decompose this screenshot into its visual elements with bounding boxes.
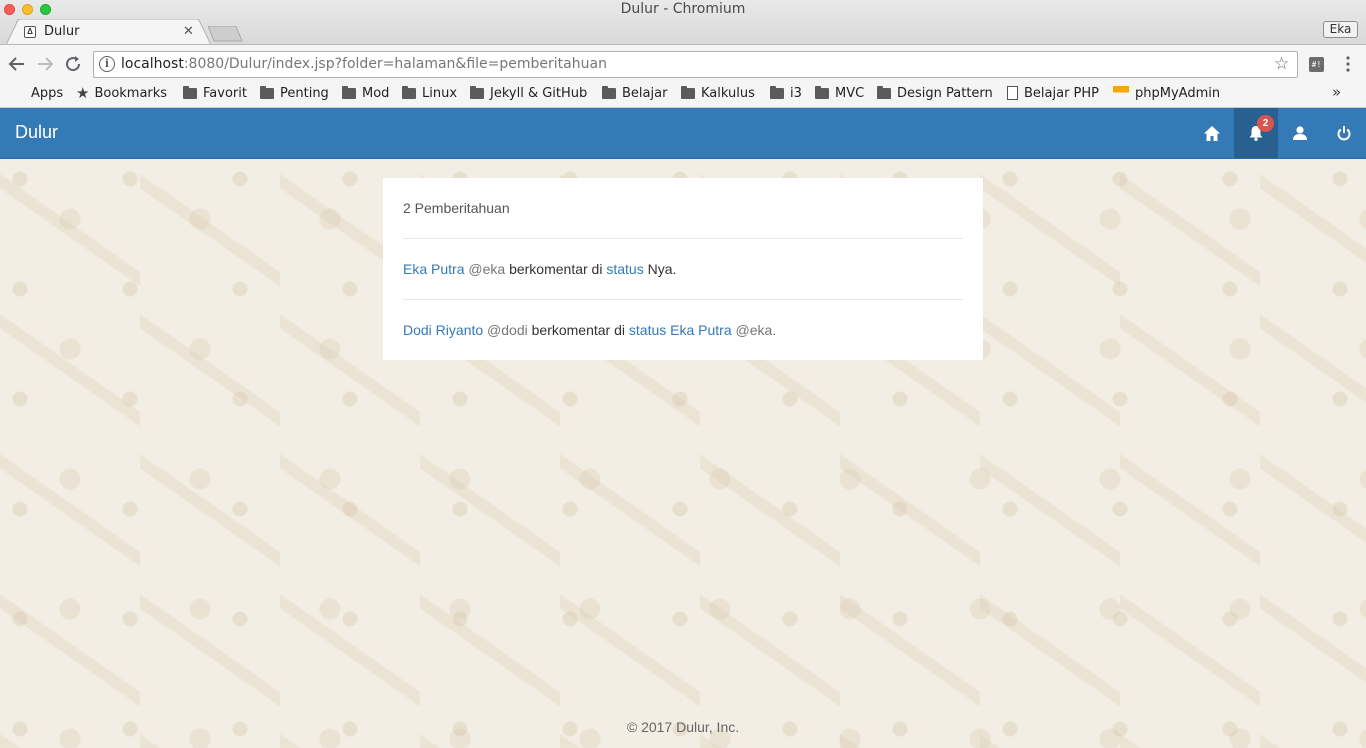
folder-icon — [602, 85, 616, 99]
bookmark-label: Penting — [280, 85, 329, 101]
reload-icon[interactable] — [64, 55, 82, 73]
notification-user-link[interactable]: Dodi Riyanto — [403, 322, 483, 338]
site-info-icon[interactable]: i — [99, 56, 115, 72]
bookmark-label: phpMyAdmin — [1135, 85, 1221, 101]
folder-icon — [260, 85, 274, 99]
bookmark-apps[interactable]: Apps — [11, 84, 63, 102]
bookmark-jekyll-github[interactable]: Jekyll & GitHub — [470, 84, 587, 102]
new-tab-button[interactable] — [208, 26, 244, 42]
bookmark-design-pattern[interactable]: Design Pattern — [877, 84, 993, 102]
bookmark-label: Favorit — [203, 85, 247, 101]
notification-user-handle: @dodi — [487, 322, 528, 338]
nav-logout-button[interactable] — [1322, 108, 1366, 158]
apps-icon — [11, 86, 25, 100]
nav-home-button[interactable] — [1190, 108, 1234, 158]
bookmark-label: Belajar PHP — [1024, 85, 1100, 101]
folder-icon — [681, 85, 695, 99]
phpmyadmin-icon — [1113, 85, 1129, 101]
folder-icon — [470, 85, 484, 99]
bookmark-star-icon[interactable]: ☆ — [1274, 55, 1289, 72]
bookmark-favorit[interactable]: Favorit — [183, 84, 247, 102]
bookmark-label: MVC — [835, 85, 865, 101]
folder-icon — [877, 85, 891, 99]
tab-close-icon[interactable]: ✕ — [183, 24, 194, 39]
power-icon — [1337, 125, 1351, 140]
bookmarks-overflow-icon[interactable]: » — [1332, 83, 1341, 101]
notification-target-handle: @eka. — [735, 322, 777, 338]
folder-icon — [342, 85, 356, 99]
bookmark-label: i3 — [790, 85, 802, 101]
tab-favicon-icon: Δ — [24, 26, 36, 38]
bookmark-phpmyadmin[interactable]: phpMyAdmin — [1113, 84, 1220, 102]
bookmark-label: Linux — [422, 85, 458, 101]
page-icon — [1007, 86, 1018, 100]
browser-tab[interactable] — [6, 19, 211, 45]
notification-status-link[interactable]: status — [606, 261, 643, 277]
divider — [403, 299, 963, 300]
notification-user-link[interactable]: Eka Putra — [403, 261, 464, 277]
notification-suffix: Nya. — [647, 261, 677, 277]
app-navbar — [0, 108, 1366, 159]
bookmark-mvc[interactable]: MVC — [815, 84, 864, 102]
nav-notifications-button[interactable] — [1234, 108, 1278, 158]
page-footer: © 2017 Dulur, Inc. — [626, 719, 740, 735]
profile-button[interactable]: Eka — [1323, 21, 1358, 38]
divider — [403, 238, 963, 239]
notification-count-badge: 2 — [1257, 115, 1274, 132]
folder-icon — [402, 85, 416, 99]
bookmark-linux[interactable]: Linux — [402, 84, 457, 102]
bookmark-label: Kalkulus — [701, 85, 755, 101]
folder-icon — [815, 85, 829, 99]
url-path: :8080/Dulur/index.jsp?folder=halaman&fil… — [183, 56, 607, 72]
notification-item: Eka Putra @eka berkomentar di status Nya… — [403, 261, 676, 277]
extension-icon[interactable]: #! — [1309, 57, 1324, 72]
bookmark-bookmarks[interactable]: ★ Bookmarks — [76, 84, 167, 102]
bookmark-label: Apps — [31, 85, 64, 101]
folder-icon — [183, 85, 197, 99]
address-url[interactable]: localhost:8080/Dulur/index.jsp?folder=ha… — [121, 56, 607, 72]
notifications-panel: 2 Pemberitahuan Eka Putra @eka berkoment… — [383, 178, 983, 360]
notification-status-link[interactable]: status — [629, 322, 666, 338]
folder-icon — [770, 85, 784, 99]
bookmark-belajar[interactable]: Belajar — [602, 84, 667, 102]
notification-item: Dodi Riyanto @dodi berkomentar di status… — [403, 322, 776, 338]
bookmark-label: Design Pattern — [897, 85, 993, 101]
bookmark-i3[interactable]: i3 — [770, 84, 802, 102]
notification-verb: berkomentar di — [531, 322, 626, 338]
bookmark-penting[interactable]: Penting — [260, 84, 329, 102]
forward-arrow-icon[interactable] — [36, 55, 54, 73]
url-host: localhost — [121, 56, 184, 72]
bookmark-belajar-php[interactable]: Belajar PHP — [1007, 84, 1099, 102]
notifications-header: 2 Pemberitahuan — [403, 200, 510, 216]
tab-title: Dulur — [44, 24, 80, 39]
menu-dots-icon[interactable] — [1345, 55, 1351, 73]
user-icon — [1293, 126, 1307, 140]
notification-target-user-link[interactable]: Eka Putra — [670, 322, 731, 338]
back-arrow-icon[interactable] — [8, 55, 26, 73]
bookmark-label: Bookmarks — [94, 85, 168, 101]
bookmark-kalkulus[interactable]: Kalkulus — [681, 84, 755, 102]
bookmark-label: Jekyll & GitHub — [490, 85, 588, 101]
home-icon — [1204, 125, 1220, 141]
bookmark-label: Mod — [362, 85, 390, 101]
app-brand[interactable]: Dulur — [15, 122, 58, 142]
window-title: Dulur - Chromium — [620, 1, 746, 17]
bookmark-label: Belajar — [622, 85, 668, 101]
notification-verb: berkomentar di — [509, 261, 603, 277]
star-icon: ★ — [76, 84, 90, 102]
notification-user-handle: @eka — [468, 261, 506, 277]
bookmark-mod[interactable]: Mod — [342, 84, 389, 102]
nav-profile-button[interactable] — [1278, 108, 1322, 158]
